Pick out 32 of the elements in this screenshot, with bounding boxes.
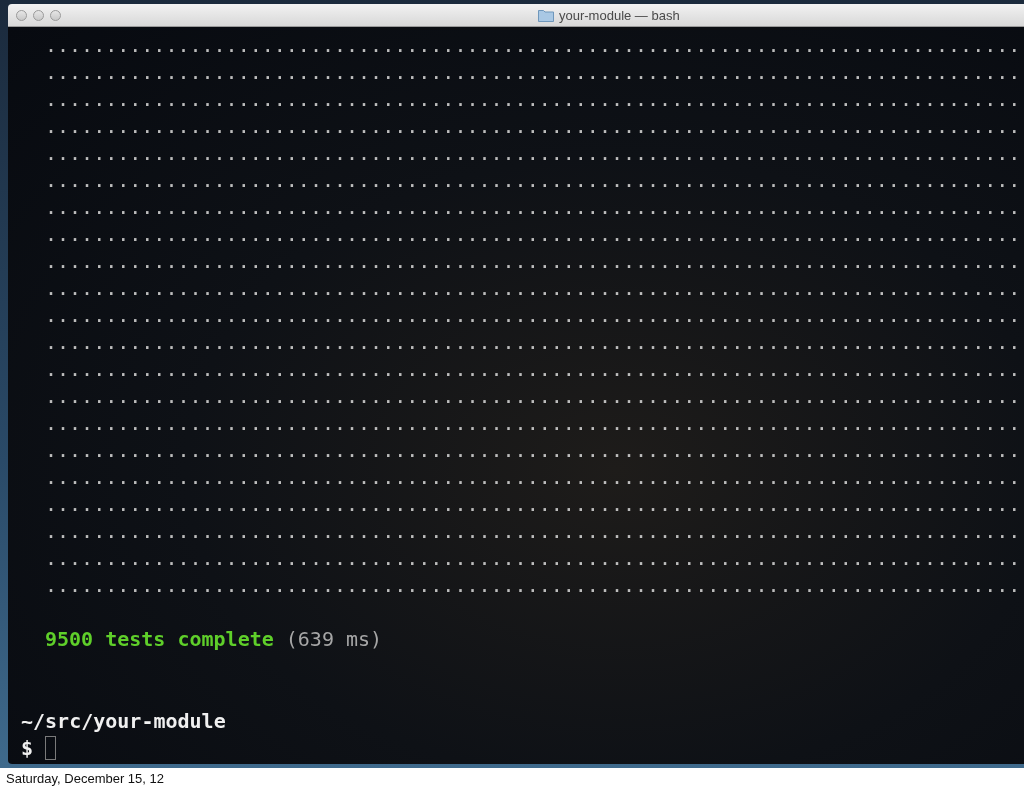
output-line: .................................................................................: [45, 302, 1021, 329]
output-line: .................................................................................: [45, 32, 1021, 59]
output-line: .................................................................................: [45, 221, 1021, 248]
output-line: .................................................................................: [45, 194, 1021, 221]
slide-date: Saturday, December 15, 12: [6, 770, 164, 786]
zoom-button[interactable]: [50, 9, 61, 21]
output-line: .................................................................................: [45, 572, 1021, 599]
prompt-symbol: $: [21, 734, 34, 762]
output-line: .................................................................................: [45, 59, 1021, 86]
output-line: .................................................................................: [45, 491, 1021, 518]
output-line: .................................................................................: [45, 248, 1021, 275]
test-timing: (639 ms): [285, 626, 383, 653]
output-line: .................................................................................: [45, 356, 1021, 383]
prompt-path: ~/src/your-module: [21, 707, 226, 735]
output-line: .................................................................................: [45, 329, 1021, 356]
output-line: .................................................................................: [45, 464, 1021, 491]
output-line: .................................................................................: [45, 545, 1021, 572]
output-line: .................................................................................: [45, 86, 1021, 113]
folder-icon: [538, 8, 554, 22]
minimize-button[interactable]: [33, 9, 44, 21]
output-line: .................................................................................: [45, 518, 1021, 545]
window-title: your-module — bash: [559, 7, 680, 23]
text-cursor: [45, 735, 57, 760]
output-line: .................................................................................: [45, 383, 1021, 410]
output-line: .................................................................................: [45, 167, 1021, 194]
output-line: .................................................................................: [45, 275, 1021, 302]
output-line: .................................................................................: [45, 410, 1021, 437]
test-summary: 9500 tests complete: [45, 626, 274, 653]
output-line: .................................................................................: [45, 437, 1021, 464]
output-line: .................................................................................: [45, 140, 1021, 167]
close-button[interactable]: [16, 9, 27, 21]
output-line: .................................................................................: [45, 113, 1021, 140]
